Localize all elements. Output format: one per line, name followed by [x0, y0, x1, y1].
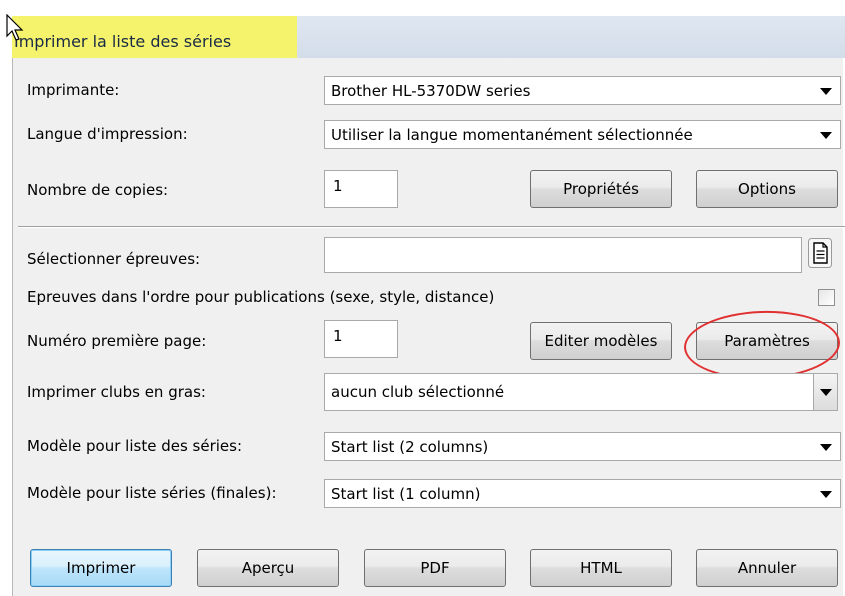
- first-page-label: Numéro première page:: [27, 332, 207, 350]
- chevron-down-icon: [820, 491, 832, 498]
- mouse-pointer-icon: [6, 14, 24, 41]
- bold-clubs-value: aucun club sélectionné: [331, 383, 505, 401]
- printer-label: Imprimante:: [27, 81, 120, 99]
- pdf-button-label: PDF: [420, 559, 450, 577]
- printer-value: Brother HL-5370DW series: [331, 82, 531, 100]
- edit-templates-button[interactable]: Editer modèles: [530, 322, 672, 360]
- separator: [18, 226, 845, 228]
- template-finals-select[interactable]: Start list (1 column): [324, 479, 841, 508]
- dropdown-button[interactable]: [813, 374, 837, 410]
- cancel-button-label: Annuler: [737, 559, 797, 577]
- events-order-checkbox[interactable]: [818, 289, 835, 306]
- copies-input[interactable]: 1: [324, 170, 398, 208]
- chevron-down-icon: [820, 88, 832, 95]
- chevron-down-icon: [820, 389, 832, 396]
- template-label: Modèle pour liste des séries:: [27, 437, 243, 455]
- print-button[interactable]: Imprimer: [30, 549, 172, 587]
- edit-templates-button-label: Editer modèles: [544, 332, 658, 350]
- properties-button[interactable]: Propriétés: [530, 170, 672, 208]
- first-page-input[interactable]: 1: [324, 320, 398, 358]
- language-value: Utiliser la langue momentanément sélecti…: [331, 126, 693, 144]
- chevron-down-icon: [820, 444, 832, 451]
- cancel-button[interactable]: Annuler: [696, 549, 838, 587]
- properties-button-label: Propriétés: [563, 180, 639, 198]
- copies-value: 1: [333, 177, 343, 195]
- options-button[interactable]: Options: [696, 170, 838, 208]
- select-heats-input[interactable]: [324, 237, 802, 273]
- template-finals-label: Modèle pour liste séries (finales):: [27, 484, 277, 502]
- events-order-label: Epreuves dans l'ordre pour publications …: [27, 288, 495, 306]
- bold-clubs-label: Imprimer clubs en gras:: [27, 383, 206, 401]
- html-button-label: HTML: [580, 559, 622, 577]
- html-button[interactable]: HTML: [530, 549, 672, 587]
- print-button-label: Imprimer: [66, 559, 136, 577]
- dialog-title: Imprimer la liste des séries: [14, 32, 232, 51]
- chevron-down-icon: [820, 132, 832, 139]
- preview-button-label: Aperçu: [241, 559, 295, 577]
- pdf-button[interactable]: PDF: [364, 549, 506, 587]
- options-button-label: Options: [738, 180, 796, 198]
- first-page-value: 1: [333, 327, 343, 345]
- bold-clubs-select[interactable]: aucun club sélectionné: [324, 373, 838, 411]
- template-value: Start list (2 columns): [331, 438, 489, 456]
- document-icon[interactable]: [808, 238, 832, 268]
- copies-label: Nombre de copies:: [27, 181, 169, 199]
- language-select[interactable]: Utiliser la langue momentanément sélecti…: [324, 120, 841, 149]
- select-heats-label: Sélectionner épreuves:: [27, 250, 201, 268]
- template-finals-value: Start list (1 column): [331, 485, 481, 503]
- template-select[interactable]: Start list (2 columns): [324, 432, 841, 461]
- language-label: Langue d'impression:: [27, 125, 188, 143]
- preview-button[interactable]: Aperçu: [197, 549, 339, 587]
- printer-select[interactable]: Brother HL-5370DW series: [324, 76, 841, 105]
